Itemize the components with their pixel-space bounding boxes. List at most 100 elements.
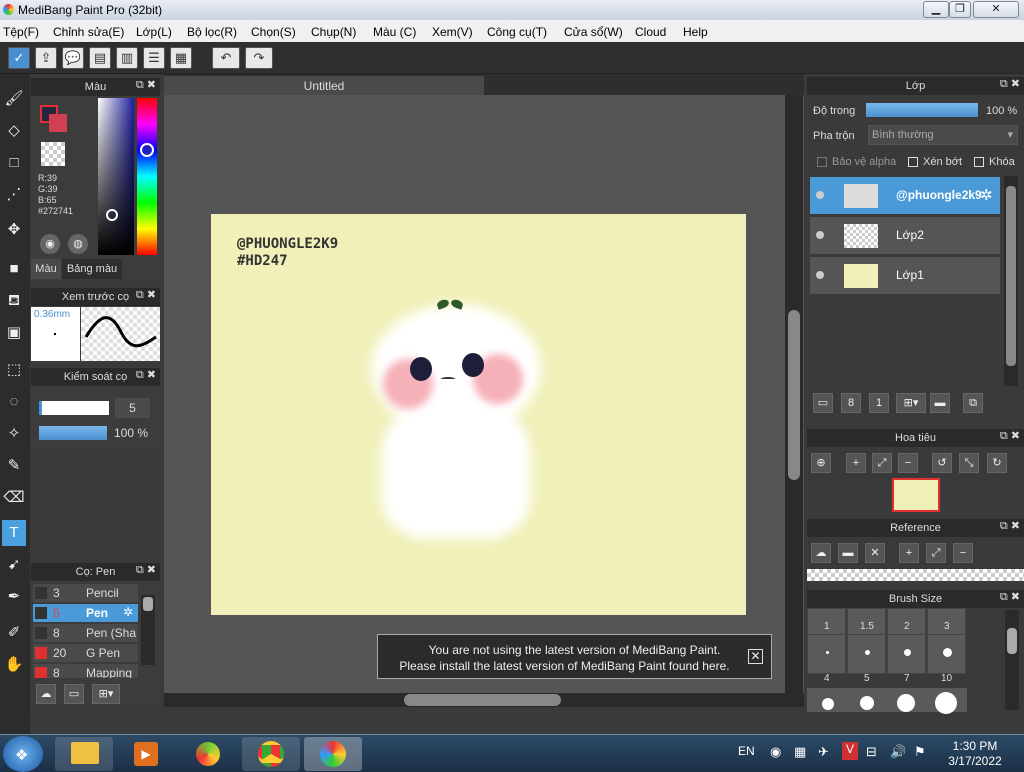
new-layer-1bit-icon[interactable]: 1 (869, 393, 889, 413)
blend-mode-select[interactable]: Bình thường ▾ (868, 125, 1018, 145)
vertical-scrollbar[interactable] (785, 95, 803, 693)
comment-icon[interactable]: 💬 (62, 47, 84, 69)
add-layer-icon[interactable]: ⊞▾ (896, 393, 926, 413)
protect-alpha-checkbox[interactable] (817, 157, 827, 167)
menu-help[interactable]: Help (683, 25, 708, 39)
menu-view[interactable]: Xem(V) (432, 25, 473, 39)
brush-size-cell[interactable]: 4 (807, 634, 846, 684)
brush-item[interactable]: 20 G Pen (33, 644, 138, 662)
menu-capture[interactable]: Chụp(N) (311, 25, 356, 39)
menu-edit[interactable]: Chỉnh sửa(E) (53, 25, 124, 39)
clock[interactable]: 1:30 PM 3/17/2022 (940, 739, 1010, 769)
open-folder-icon[interactable]: ▬ (838, 543, 858, 563)
new-layer-8bit-icon[interactable]: 8 (841, 393, 861, 413)
brush-tool-icon[interactable]: 🖌 (2, 86, 26, 112)
hue-handle[interactable] (140, 143, 154, 157)
security-icon[interactable]: ✈ (818, 744, 829, 760)
folder-icon[interactable]: ▬ (930, 393, 950, 413)
medibang-app[interactable] (304, 737, 362, 771)
brush-item[interactable]: 8 Pen (Sha (33, 624, 138, 642)
brush-size-cell[interactable]: 5 (847, 634, 886, 684)
share-icon[interactable]: ⇪ (35, 47, 57, 69)
gradient-tool-icon[interactable]: ▣ (2, 320, 26, 346)
maximize-button[interactable]: ❐ (949, 1, 971, 18)
rect-shape-icon[interactable]: □ (2, 150, 26, 176)
layer-item[interactable]: Lớp1 (810, 257, 1000, 295)
navigator-thumbnail[interactable] (892, 478, 940, 512)
speech-icon[interactable]: ▤ (89, 47, 111, 69)
dot-tool-icon[interactable]: ⋰ (2, 182, 26, 208)
close-icon[interactable]: ⧉ ✖ (136, 78, 156, 92)
close-icon[interactable]: ⧉ ✖ (1000, 429, 1020, 443)
colorful-app[interactable] (180, 737, 238, 771)
brush-size-cell[interactable]: 7 (887, 634, 926, 684)
eye-icon[interactable] (816, 191, 824, 199)
eye-icon[interactable] (816, 271, 824, 279)
brush-list-scrollbar[interactable] (141, 595, 155, 665)
zoom-out-icon[interactable]: − (898, 453, 918, 473)
menu-select[interactable]: Chọn(S) (251, 25, 296, 39)
fit-icon[interactable]: ⤢ (926, 543, 946, 563)
select-rect-icon[interactable]: ⬚ (2, 357, 26, 383)
menu-cloud[interactable]: Cloud (635, 25, 666, 39)
add-brush-icon[interactable]: ⊞▾ (92, 684, 120, 704)
network-app-icon[interactable]: ▦ (794, 744, 806, 760)
document-icon[interactable]: ▥ (116, 47, 138, 69)
zoom-out-icon[interactable]: − (953, 543, 973, 563)
palette-icon[interactable]: ◉ (40, 234, 60, 254)
background-color-swatch[interactable] (49, 114, 67, 132)
new-layer-icon[interactable]: ▭ (813, 393, 833, 413)
eye-icon[interactable] (816, 231, 824, 239)
language-indicator[interactable]: EN (738, 744, 755, 758)
brush-item-selected[interactable]: 5 Pen ✲ (33, 604, 138, 622)
select-eraser-icon[interactable]: ⌫ (2, 485, 26, 511)
close-button[interactable]: ✕ (973, 1, 1019, 18)
layer-item-selected[interactable]: @phuongle2k9 ✲ (810, 177, 1000, 215)
media-app[interactable]: ▶ (118, 737, 176, 771)
scrollbar-thumb[interactable] (404, 694, 561, 706)
scrollbar-thumb[interactable] (1006, 186, 1016, 366)
clipping-checkbox[interactable] (908, 157, 918, 167)
layer-opacity-slider[interactable] (866, 103, 978, 117)
chrome-app[interactable] (242, 737, 300, 771)
menu-layer[interactable]: Lớp(L) (136, 25, 172, 39)
fit-icon[interactable]: ⤢ (872, 453, 892, 473)
brush-dot[interactable] (897, 694, 915, 712)
rotate-left-icon[interactable]: ↺ (932, 453, 952, 473)
saturation-box[interactable] (98, 98, 134, 255)
cloud-icon[interactable]: ✓ (8, 47, 30, 69)
minimize-button[interactable]: ▁ (923, 1, 949, 18)
close-icon[interactable]: ⧉ ✖ (136, 368, 156, 382)
update-notification[interactable]: You are not using the latest version of … (377, 634, 772, 679)
lasso-icon[interactable]: ◌ (2, 389, 26, 415)
v-icon[interactable]: V (842, 742, 858, 760)
brush-dot[interactable] (860, 696, 874, 710)
cloud-brush-icon[interactable]: ☁ (36, 684, 56, 704)
settings-icon[interactable]: ▦ (170, 47, 192, 69)
zoom-in-icon[interactable]: + (846, 453, 866, 473)
gear-icon[interactable]: ✲ (980, 186, 993, 204)
menu-color[interactable]: Màu (C) (373, 25, 416, 39)
document-canvas[interactable]: @PHUONGLE2K9 #HD247 (211, 214, 746, 615)
horizontal-scrollbar[interactable] (164, 693, 804, 707)
close-icon[interactable]: ✕ (865, 543, 885, 563)
scrollbar-thumb[interactable] (788, 310, 800, 480)
menu-window[interactable]: Cửa sổ(W) (564, 25, 623, 39)
bucket-tool-icon[interactable]: ⛾ (2, 288, 26, 314)
menu-filter[interactable]: Bộ lọc(R) (187, 25, 237, 39)
brush-item[interactable]: 3 Pencil (33, 584, 138, 602)
brush-size-value[interactable]: 5 (115, 398, 150, 418)
menu-file[interactable]: Tệp(F) (3, 25, 39, 39)
volume-icon[interactable]: 🔊 (890, 744, 906, 760)
close-icon[interactable]: ⧉ ✖ (136, 288, 156, 302)
fill-rect-icon[interactable]: ■ (2, 256, 26, 282)
brush-size-scrollbar[interactable] (1005, 610, 1019, 710)
zoom-in-icon[interactable]: + (899, 543, 919, 563)
tab-untitled[interactable]: Untitled (164, 76, 484, 96)
move-tool-icon[interactable]: ✥ (2, 217, 26, 243)
list-icon[interactable]: ☰ (143, 47, 165, 69)
pen-tool-icon[interactable]: ✐ (2, 620, 26, 646)
text-tool-icon[interactable]: T (2, 520, 26, 546)
scrollbar-thumb[interactable] (143, 597, 153, 611)
explorer-app[interactable] (55, 737, 113, 771)
